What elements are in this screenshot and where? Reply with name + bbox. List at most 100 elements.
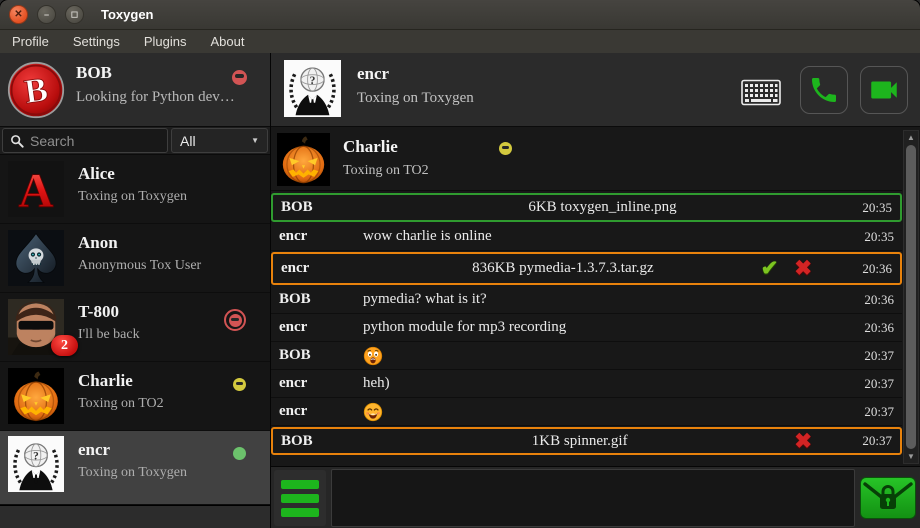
file-transfer-row: BOB 1KB spinner.gif ✖ 20:37 — [271, 427, 902, 455]
decline-file-icon[interactable]: ✖ — [794, 431, 812, 452]
titlebar: ✕ − ◻ Toxygen — [0, 0, 920, 30]
message-sender: encr — [279, 228, 363, 245]
message-row: BOB pymedia? what is it? 20:36 — [271, 286, 902, 314]
chat-peer-card-charlie[interactable]: Charlie Toxing on TO2 — [271, 133, 902, 191]
contact-row-t800[interactable]: T-800 I'll be back 2 — [0, 293, 270, 362]
self-avatar-bob[interactable] — [7, 61, 65, 119]
message-composer — [271, 466, 920, 528]
video-call-button[interactable] — [860, 66, 908, 114]
window-title: Toxygen — [101, 7, 154, 22]
contact-status-message: I'll be back — [78, 327, 140, 343]
contact-name: encr — [78, 440, 110, 460]
contact-status-message: Anonymous Tox User — [78, 258, 201, 274]
menu-bar-icon — [281, 494, 319, 503]
message-sender: BOB — [279, 291, 363, 308]
file-name: 836KB pymedia-1.3.7.3.tar.gz — [365, 260, 761, 277]
close-icon: ✕ — [14, 9, 22, 20]
message-sender: BOB — [279, 347, 363, 364]
message-sender: BOB — [281, 199, 365, 216]
menu-bar-icon — [281, 480, 319, 489]
contact-name: Anon — [78, 233, 118, 253]
message-time: 20:37 — [840, 433, 892, 449]
window-close-button[interactable]: ✕ — [9, 5, 28, 24]
accept-file-icon[interactable]: ✔ — [761, 258, 779, 279]
message-text: heh) — [363, 375, 842, 392]
anonymous-avatar — [8, 436, 64, 492]
busy-unread-status-icon — [224, 309, 246, 331]
decline-file-icon[interactable]: ✖ — [794, 258, 812, 279]
message-time: 20:35 — [840, 200, 892, 216]
send-message-button[interactable] — [860, 477, 916, 519]
scroll-down-arrow-icon[interactable]: ▼ — [904, 450, 918, 463]
contact-filter-dropdown[interactable]: All ▼ — [171, 128, 268, 153]
message-time: 20:37 — [842, 404, 894, 420]
window-maximize-button[interactable]: ◻ — [65, 5, 84, 24]
panel-divider — [270, 53, 271, 528]
away-status-icon — [233, 378, 246, 391]
filter-value: All — [180, 133, 251, 149]
menubar: Profile Settings Plugins About — [0, 30, 920, 53]
message-sender: BOB — [281, 433, 365, 450]
busy-status-icon[interactable] — [232, 70, 247, 85]
scared-face-emoji-icon — [363, 346, 383, 366]
smiling-face-emoji-icon — [363, 402, 383, 422]
file-name: 6KB toxygen_inline.png — [365, 199, 840, 216]
menu-settings[interactable]: Settings — [61, 32, 132, 51]
left-panel-footer — [0, 505, 270, 528]
search-box[interactable] — [2, 128, 168, 153]
contact-row-charlie[interactable]: Charlie Toxing on TO2 — [0, 362, 270, 431]
toxygen-window: ✕ − ◻ Toxygen Profile Settings Plugins A… — [0, 0, 920, 528]
message-time: 20:36 — [840, 261, 892, 277]
alice-avatar — [8, 161, 64, 217]
contact-status-message: Toxing on Toxygen — [78, 465, 187, 481]
message-sender: encr — [281, 260, 365, 277]
skull-spade-avatar — [8, 230, 64, 286]
audio-call-button[interactable] — [800, 66, 848, 114]
header: BOB Looking for Python dev… encr Toxing … — [0, 53, 920, 127]
contact-status-message: Toxing on Toxygen — [78, 189, 187, 205]
scroll-up-arrow-icon[interactable]: ▲ — [904, 131, 918, 144]
chat-scrollbar[interactable]: ▲ ▼ — [903, 130, 919, 464]
message-sender: encr — [279, 403, 363, 420]
pumpkin-avatar — [277, 133, 330, 186]
contact-row-alice[interactable]: Alice Toxing on Toxygen — [0, 155, 270, 224]
peer-status-message: Toxing on Toxygen — [357, 90, 474, 107]
chat-peer-status-message: Toxing on TO2 — [343, 163, 429, 179]
message-input[interactable] — [331, 469, 855, 527]
message-row: BOB 20:37 — [271, 342, 902, 370]
message-time: 20:37 — [842, 376, 894, 392]
contact-row-encr[interactable]: encr Toxing on Toxygen — [0, 431, 270, 505]
contact-status-message: Toxing on TO2 — [78, 396, 164, 412]
contact-row-anon[interactable]: Anon Anonymous Tox User — [0, 224, 270, 293]
message-text: pymedia? what is it? — [363, 291, 842, 308]
envelope-lock-icon — [861, 478, 915, 518]
menu-about[interactable]: About — [198, 32, 256, 51]
file-name: 1KB spinner.gif — [365, 433, 794, 450]
message-row: encr heh) 20:37 — [271, 370, 902, 398]
chat-area: Charlie Toxing on TO2 BOB 6KB toxygen_in… — [271, 127, 920, 466]
online-status-icon — [233, 447, 246, 460]
contact-name: Charlie — [78, 371, 133, 391]
scrollbar-thumb[interactable] — [906, 145, 916, 449]
message-sender: encr — [279, 319, 363, 336]
peer-name: encr — [357, 64, 389, 84]
window-minimize-button[interactable]: − — [37, 5, 56, 24]
search-input[interactable] — [30, 133, 167, 149]
message-sender: encr — [279, 375, 363, 392]
message-time: 20:36 — [842, 320, 894, 336]
self-status-message: Looking for Python dev… — [76, 89, 235, 106]
contact-list: Alice Toxing on Toxygen Anon Anonymous T… — [0, 155, 270, 528]
file-transfer-row: BOB 6KB toxygen_inline.png 20:35 — [271, 193, 902, 222]
menu-plugins[interactable]: Plugins — [132, 32, 199, 51]
menu-profile[interactable]: Profile — [0, 32, 61, 51]
peer-avatar-encr[interactable] — [284, 60, 341, 117]
contact-name: T-800 — [78, 302, 119, 322]
message-text: python module for mp3 recording — [363, 319, 842, 336]
contact-name: Alice — [78, 164, 115, 184]
smileys-menu-button[interactable] — [274, 470, 326, 526]
pumpkin-avatar — [8, 368, 64, 424]
message-row: encr python module for mp3 recording 20:… — [271, 314, 902, 342]
typing-keyboard-icon — [741, 79, 781, 106]
self-name: BOB — [76, 63, 112, 83]
search-row: All ▼ — [0, 127, 270, 155]
